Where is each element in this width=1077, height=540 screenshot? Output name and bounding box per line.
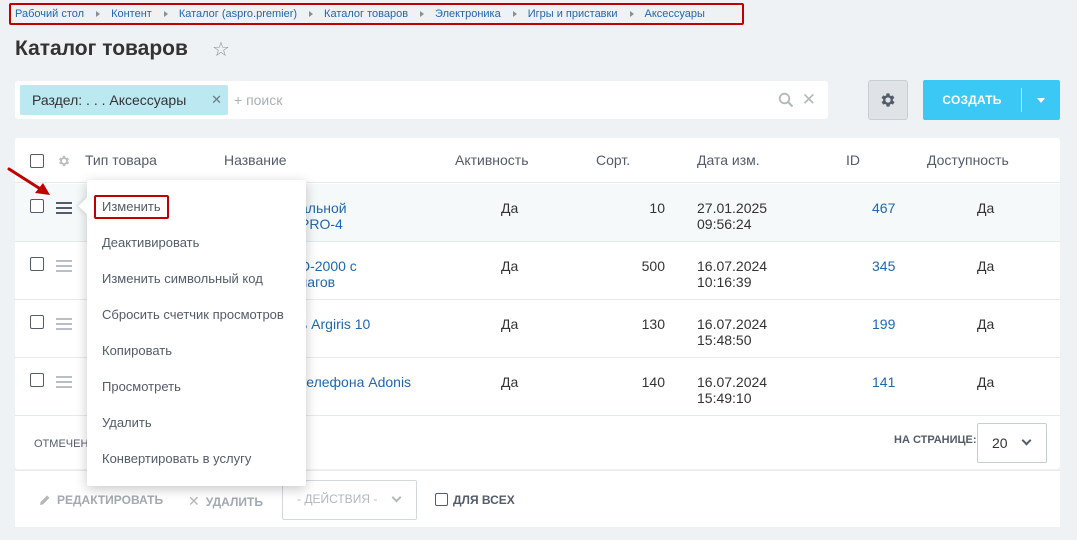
cell-sort: 10	[649, 200, 665, 216]
breadcrumb: Рабочий стол Контент Каталог (aspro.prem…	[9, 3, 744, 25]
chevron-down-icon[interactable]	[1037, 97, 1045, 103]
product-name-link[interactable]: ь Argiris 10	[300, 316, 370, 332]
create-button-label: СОЗДАТЬ	[942, 93, 1002, 107]
row-checkbox[interactable]	[30, 199, 44, 213]
edit-button[interactable]: РЕДАКТИРОВАТЬ	[39, 493, 163, 507]
actions-select-value: - ДЕЙСТВИЯ -	[297, 492, 378, 506]
close-icon[interactable]: ✕	[211, 92, 222, 108]
delete-button[interactable]: ✕ УДАЛИТЬ	[188, 493, 263, 510]
create-button[interactable]: СОЗДАТЬ	[923, 80, 1060, 120]
menu-item-deactivate[interactable]: Деактивировать	[102, 235, 199, 250]
cell-sort: 500	[641, 258, 665, 274]
page-title: Каталог товаров	[15, 37, 188, 60]
menu-item-view[interactable]: Просмотреть	[102, 379, 181, 394]
menu-item-delete[interactable]: Удалить	[102, 415, 152, 430]
cell-id-link[interactable]: 467	[872, 200, 895, 216]
cell-active: Да	[501, 200, 519, 216]
row-checkbox[interactable]	[30, 373, 44, 387]
breadcrumb-item-accessories[interactable]: Аксессуары	[645, 8, 705, 20]
cell-id-link[interactable]: 345	[872, 258, 895, 274]
row-checkbox[interactable]	[30, 257, 44, 271]
cell-availability: Да	[977, 200, 995, 216]
create-button-divider	[1021, 88, 1022, 112]
table-header-row: Тип товара Название Активность Сорт. Дат…	[15, 138, 1060, 183]
menu-item-change-code[interactable]: Изменить символьный код	[102, 271, 263, 286]
menu-icon[interactable]	[56, 202, 72, 214]
column-header-name[interactable]: Название	[224, 152, 287, 168]
for-all-label: ДЛЯ ВСЕХ	[453, 493, 515, 507]
chevron-down-icon	[391, 492, 402, 503]
column-header-sort[interactable]: Сорт.	[596, 152, 630, 168]
cell-date: 27.01.2025 09:56:24	[697, 200, 768, 232]
cell-availability: Да	[977, 316, 995, 332]
column-header-date[interactable]: Дата изм.	[697, 152, 760, 168]
cell-sort: 130	[641, 316, 665, 332]
delete-icon: ✕	[188, 493, 200, 509]
menu-icon[interactable]	[56, 376, 72, 388]
per-page-select[interactable]: 20	[977, 423, 1047, 463]
breadcrumb-separator-icon	[96, 11, 101, 17]
for-all-checkbox[interactable]	[435, 493, 448, 506]
star-icon[interactable]: ☆	[212, 40, 230, 60]
gear-icon[interactable]	[57, 154, 71, 168]
per-page-label: НА СТРАНИЦЕ:	[894, 434, 977, 446]
breadcrumb-item-electronics[interactable]: Электроника	[435, 8, 501, 20]
annotation-arrow-icon	[7, 167, 50, 195]
breadcrumb-separator-icon	[309, 11, 314, 17]
breadcrumb-separator-icon	[512, 11, 517, 17]
cell-active: Да	[501, 374, 519, 390]
pencil-icon	[40, 495, 50, 505]
search-input[interactable]: + поиск	[234, 92, 282, 108]
edit-button-label: РЕДАКТИРОВАТЬ	[57, 493, 164, 507]
row-context-menu: Изменить Деактивировать Изменить символь…	[78, 180, 306, 486]
clear-icon[interactable]: ✕	[802, 91, 816, 108]
filter-chip-section[interactable]: Раздел: . . . Аксессуары ✕	[20, 85, 228, 115]
filter-search-bar[interactable]: Раздел: . . . Аксессуары ✕ + поиск ✕	[15, 81, 828, 119]
menu-icon[interactable]	[56, 260, 72, 272]
chevron-down-icon	[1021, 435, 1032, 446]
row-checkbox[interactable]	[30, 315, 44, 329]
cell-id-link[interactable]: 199	[872, 316, 895, 332]
product-name-link[interactable]: D-2000 с чагов	[300, 258, 357, 290]
delete-button-label: УДАЛИТЬ	[205, 494, 263, 509]
breadcrumb-separator-icon	[420, 11, 425, 17]
breadcrumb-item-games[interactable]: Игры и приставки	[528, 8, 618, 20]
breadcrumb-separator-icon	[163, 11, 168, 17]
cell-date: 16.07.2024 15:48:50	[697, 316, 768, 348]
filter-chip-label: Раздел: . . . Аксессуары	[32, 92, 187, 108]
menu-item-reset-views[interactable]: Сбросить счетчик просмотров	[102, 307, 284, 322]
search-icon[interactable]	[778, 92, 794, 108]
cell-availability: Да	[977, 258, 995, 274]
settings-button[interactable]	[868, 80, 908, 120]
marked-count-label: ОТМЕЧЕН	[34, 438, 89, 450]
breadcrumb-item-products-catalog[interactable]: Каталог товаров	[324, 8, 408, 20]
cell-active: Да	[501, 316, 519, 332]
breadcrumb-separator-icon	[629, 11, 634, 17]
product-name-link[interactable]: альной PRO-4	[300, 200, 347, 232]
breadcrumb-item-desktop[interactable]: Рабочий стол	[15, 8, 84, 20]
column-header-id[interactable]: ID	[846, 152, 860, 168]
cell-sort: 140	[641, 374, 665, 390]
menu-item-edit[interactable]: Изменить	[94, 195, 169, 219]
cell-date: 16.07.2024 10:16:39	[697, 258, 768, 290]
product-name-link[interactable]: телефона Adonis	[300, 374, 411, 390]
column-header-active[interactable]: Активность	[455, 152, 529, 168]
column-header-availability[interactable]: Доступность	[927, 152, 1009, 168]
menu-item-convert-to-service[interactable]: Конвертировать в услугу	[102, 451, 251, 466]
actions-select[interactable]: - ДЕЙСТВИЯ -	[282, 480, 417, 520]
breadcrumb-item-catalog[interactable]: Каталог (aspro.premier)	[179, 8, 297, 20]
breadcrumb-item-content[interactable]: Контент	[111, 8, 152, 20]
menu-icon[interactable]	[56, 318, 72, 330]
cell-active: Да	[501, 258, 519, 274]
gear-icon	[881, 93, 895, 107]
per-page-value: 20	[992, 435, 1008, 451]
cell-availability: Да	[977, 374, 995, 390]
cell-date: 16.07.2024 15:49:10	[697, 374, 768, 406]
column-header-type[interactable]: Тип товара	[85, 152, 157, 168]
menu-item-copy[interactable]: Копировать	[102, 343, 172, 358]
cell-id-link[interactable]: 141	[872, 374, 895, 390]
